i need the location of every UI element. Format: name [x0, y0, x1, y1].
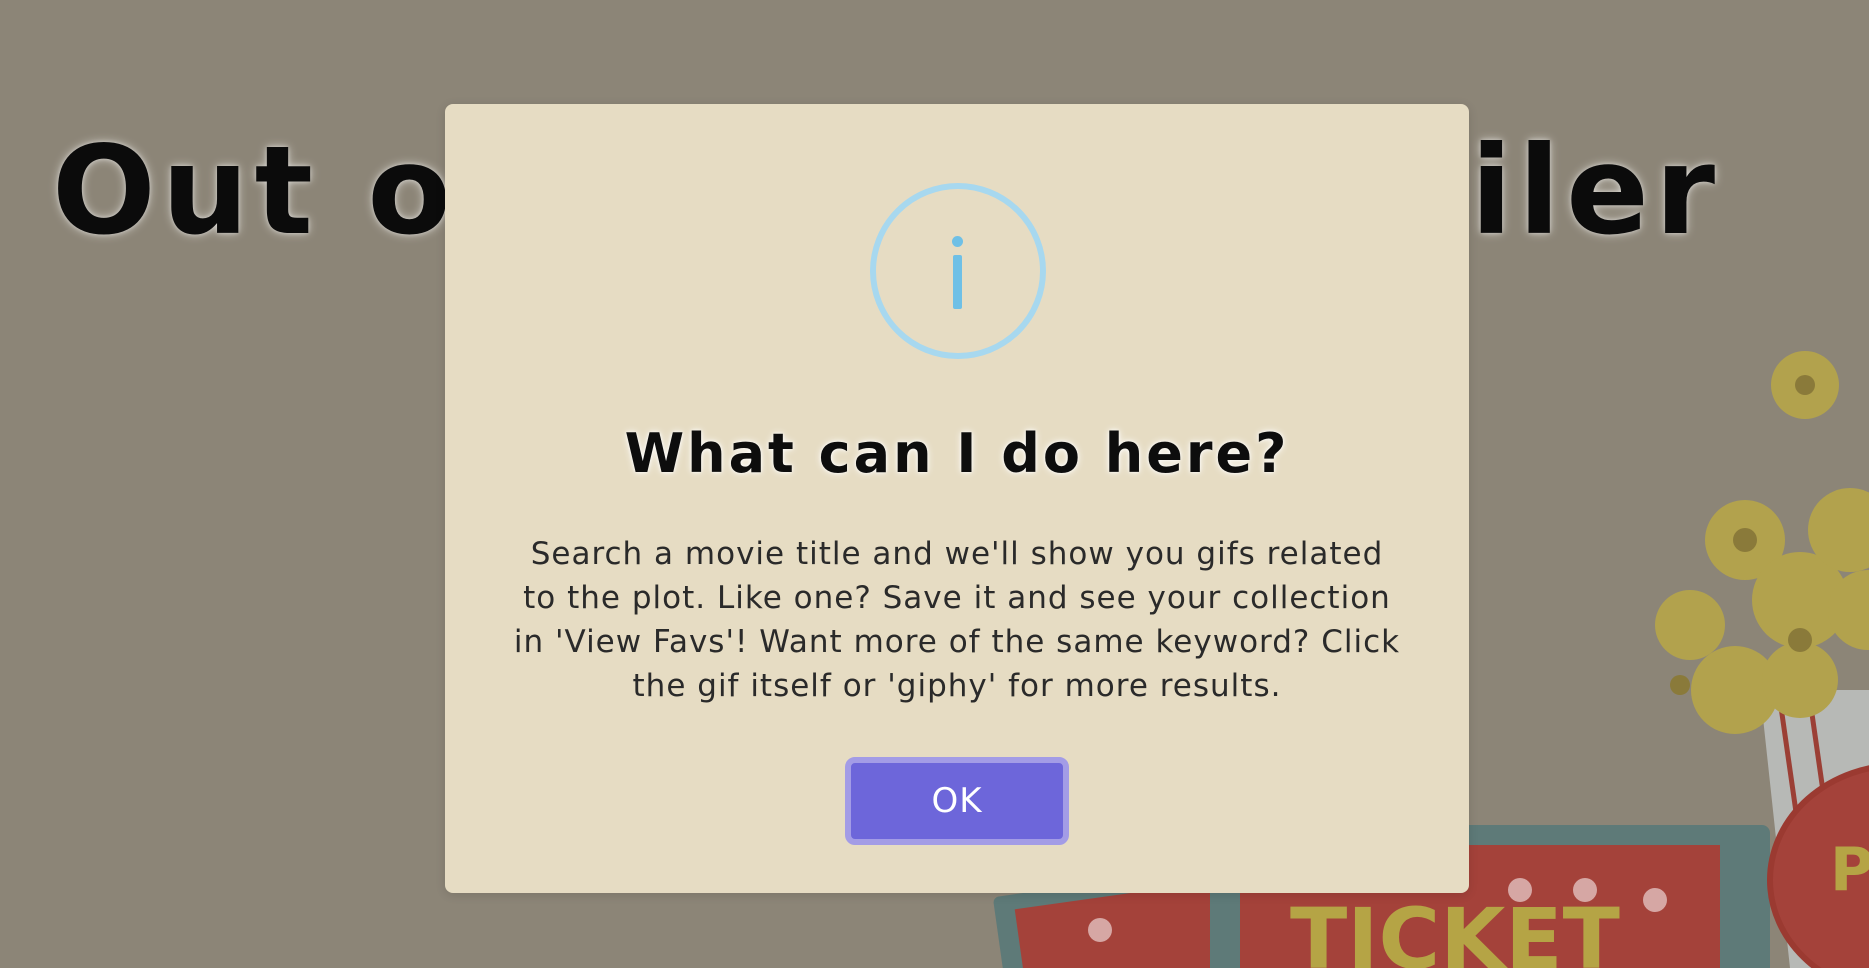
info-icon-dot — [952, 236, 963, 247]
info-icon — [870, 183, 1046, 359]
info-dialog: What can I do here? Search a movie title… — [445, 104, 1469, 893]
ok-button[interactable]: OK — [845, 757, 1069, 845]
dialog-body: Search a movie title and we'll show you … — [513, 536, 1401, 704]
dialog-title: What can I do here? — [624, 422, 1290, 485]
info-icon-bar — [953, 255, 962, 309]
